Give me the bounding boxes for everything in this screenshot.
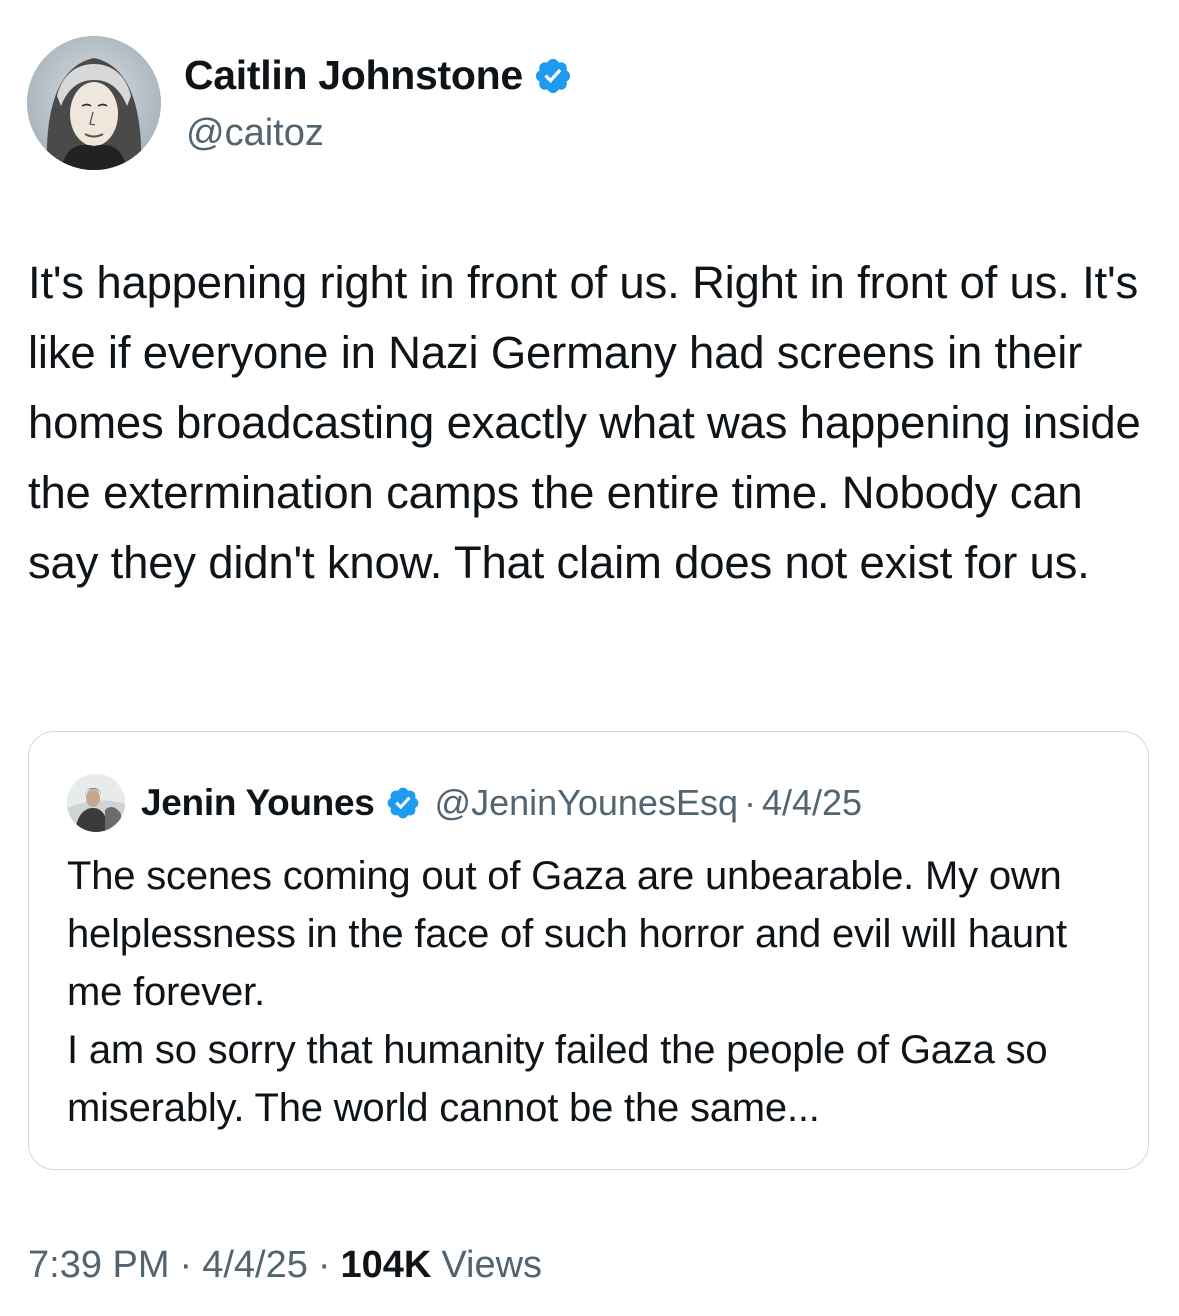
meta-separator: · xyxy=(317,1244,331,1286)
tweet-meta: 7:39 PM · 4/4/25 · 104K Views xyxy=(28,1244,542,1287)
quoted-author-name[interactable]: Jenin Younes xyxy=(141,782,375,824)
quoted-tweet-header: Jenin Younes @JeninYounesEsq · 4/4/25 xyxy=(67,774,862,832)
author-name-row: Caitlin Johnstone xyxy=(184,52,573,99)
tweet-text: It's happening right in front of us. Rig… xyxy=(28,257,1141,588)
views-count: 104K xyxy=(340,1244,432,1286)
quoted-tweet-date[interactable]: 4/4/25 xyxy=(762,782,862,824)
quoted-author-handle[interactable]: @JeninYounesEsq xyxy=(435,782,738,824)
meta-separator: · xyxy=(179,1244,193,1286)
quoted-author-avatar[interactable] xyxy=(67,774,125,832)
author-name[interactable]: Caitlin Johnstone xyxy=(184,52,523,99)
author-handle[interactable]: @caitoz xyxy=(186,112,324,155)
tweet-time[interactable]: 7:39 PM xyxy=(28,1244,170,1287)
verified-badge-icon xyxy=(385,785,421,821)
tweet: Caitlin Johnstone @caitoz It's happening… xyxy=(0,0,1179,1316)
quoted-tweet-text: The scenes coming out of Gaza are unbear… xyxy=(67,854,1067,1130)
tweet-date[interactable]: 4/4/25 xyxy=(202,1244,308,1287)
author-avatar[interactable] xyxy=(27,36,161,170)
views-label: Views xyxy=(441,1244,543,1286)
verified-badge-icon xyxy=(533,56,573,96)
quoted-header-separator: · xyxy=(743,782,756,823)
quoted-tweet-card[interactable]: Jenin Younes @JeninYounesEsq · 4/4/25 Th… xyxy=(28,731,1149,1170)
